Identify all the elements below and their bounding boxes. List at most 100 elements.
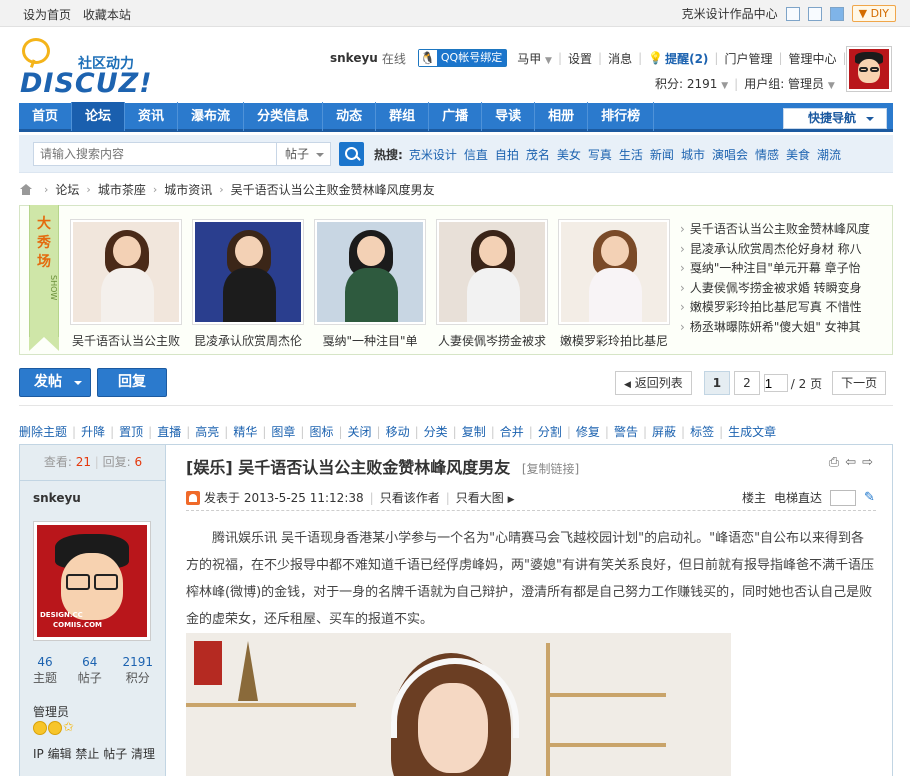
showcase-list-item[interactable]: 吴千语否认当公主败金赞林峰风度 [680, 220, 885, 240]
only-author-link[interactable]: 只看该作者 [380, 489, 440, 506]
hot-keyword-link[interactable]: 写真 [588, 146, 612, 163]
prev-thread-icon[interactable]: ⇦ [845, 455, 856, 470]
new-post-button[interactable]: 发帖 [19, 368, 91, 397]
nav-item[interactable]: 瀑布流 [178, 101, 245, 131]
site-name-link[interactable]: 克米设计作品中心 [682, 5, 778, 22]
hot-keyword-link[interactable]: 美女 [557, 146, 581, 163]
style-icon[interactable] [807, 6, 822, 21]
bookmark-link[interactable]: 收藏本站 [83, 8, 131, 22]
hot-keyword-link[interactable]: 克米设计 [409, 146, 457, 163]
nav-item[interactable]: 首页 [19, 101, 73, 131]
author-avatar[interactable]: DESIGN.CC COMIIS.COM [33, 521, 151, 641]
back-to-list-button[interactable]: ◀ 返回列表 [615, 371, 692, 395]
qq-bind-button[interactable]: 🐧 QQ帐号绑定 [417, 49, 508, 67]
search-type-select[interactable]: 帖子 [277, 142, 331, 166]
search-button[interactable] [339, 142, 364, 166]
hot-keyword-link[interactable]: 信直 [464, 146, 488, 163]
moderation-action[interactable]: 修复 [576, 423, 600, 440]
breadcrumb-item[interactable]: 吴千语否认当公主败金赞林峰风度男友 [231, 181, 435, 198]
moderation-action[interactable]: 删除主题 [19, 423, 67, 440]
post-photo[interactable] [186, 633, 731, 776]
moderation-action[interactable]: 直播 [157, 423, 181, 440]
moderation-action[interactable]: 合并 [500, 423, 524, 440]
moderation-action[interactable]: 高亮 [195, 423, 219, 440]
author-group[interactable]: 管理员 [33, 703, 69, 720]
only-large-image-link[interactable]: 只看大图 ▶ [456, 489, 515, 506]
breadcrumb-item[interactable]: 城市资讯 [164, 181, 212, 198]
moderation-action[interactable]: 分类 [424, 423, 448, 440]
showcase-list-item[interactable]: 昆凌承认欣赏周杰伦好身材 称八 [680, 240, 885, 260]
moderation-action[interactable]: 精华 [233, 423, 257, 440]
author-stat[interactable]: 46 主题 [33, 655, 57, 686]
admin-links[interactable]: IP 编辑 禁止 帖子 清理 [33, 745, 155, 762]
showcase-picture[interactable] [314, 219, 426, 325]
breadcrumb-item[interactable]: 论坛 [55, 181, 79, 198]
hot-keyword-link[interactable]: 新闻 [650, 146, 674, 163]
breadcrumb-item[interactable]: 城市茶座 [98, 181, 146, 198]
color-icon[interactable] [829, 6, 844, 21]
hot-keyword-link[interactable]: 城市 [681, 146, 705, 163]
author-stat[interactable]: 2191 积分 [122, 655, 153, 686]
moderation-action[interactable]: 警告 [614, 423, 638, 440]
author-stat[interactable]: 64 帖子 [78, 655, 102, 686]
user-group-link[interactable]: 用户组: 管理员 ▼ [744, 75, 835, 92]
showcase-caption-link[interactable]: 戛纳"一种注目"单 [309, 332, 431, 349]
moderation-action[interactable]: 图标 [309, 423, 333, 440]
hot-keyword-link[interactable]: 自拍 [495, 146, 519, 163]
showcase-caption-link[interactable]: 嫩模罗彩玲拍比基尼 [553, 332, 675, 349]
nav-item[interactable]: 排行榜 [588, 101, 655, 131]
horse-menu[interactable]: 马甲 ▼ [517, 50, 552, 67]
moderation-action[interactable]: 标签 [690, 423, 714, 440]
showcase-picture[interactable] [558, 219, 670, 325]
page-2-button[interactable]: 2 [734, 371, 760, 395]
showcase-caption-link[interactable]: 吴千语否认当公主败 [65, 332, 187, 349]
quick-nav-button[interactable]: 快捷导航 [783, 108, 887, 129]
site-logo[interactable]: 社区动力 DISCUZ! [20, 36, 152, 99]
nav-item[interactable]: 论坛 [72, 101, 126, 131]
portal-admin-link[interactable]: 门户管理 [724, 50, 772, 67]
moderation-action[interactable]: 置顶 [119, 423, 143, 440]
search-input[interactable] [33, 142, 277, 166]
next-page-button[interactable]: 下一页 [832, 371, 887, 395]
showcase-list-item[interactable]: 嫩模罗彩玲拍比基尼写真 不惜性 [680, 298, 885, 318]
hot-keyword-link[interactable]: 美食 [786, 146, 810, 163]
moderation-action[interactable]: 移动 [386, 423, 410, 440]
page-1-button[interactable]: 1 [703, 371, 731, 395]
hot-keyword-link[interactable]: 潮流 [817, 146, 841, 163]
showcase-list-item[interactable]: 杨丞琳曝陈妍希"傻大姐" 女神其 [680, 318, 885, 338]
showcase-caption-link[interactable]: 昆凌承认欣赏周杰伦 [187, 332, 309, 349]
moderation-action[interactable]: 复制 [462, 423, 486, 440]
moderation-action[interactable]: 升降 [81, 423, 105, 440]
nav-item[interactable]: 动态 [323, 101, 377, 131]
moderation-action[interactable]: 关闭 [348, 423, 372, 440]
home-icon[interactable] [20, 184, 33, 195]
diy-button[interactable]: ▼ DIY [851, 5, 896, 22]
showcase-picture[interactable] [436, 219, 548, 325]
showcase-list-item[interactable]: 人妻侯佩岑捞金被求婚 转瞬变身 [680, 279, 885, 299]
showcase-picture[interactable] [70, 219, 182, 325]
hot-keyword-link[interactable]: 演唱会 [712, 146, 748, 163]
wrench-icon[interactable]: ✎ [864, 491, 876, 504]
print-icon[interactable]: ⎙ [829, 455, 839, 470]
admin-center-link[interactable]: 管理中心 [789, 50, 837, 67]
moderation-action[interactable]: 生成文章 [728, 423, 776, 440]
next-thread-icon[interactable]: ⇨ [862, 455, 873, 470]
hot-keyword-link[interactable]: 生活 [619, 146, 643, 163]
moderation-action[interactable]: 屏蔽 [652, 423, 676, 440]
moderation-action[interactable]: 分割 [538, 423, 562, 440]
reply-button[interactable]: 回复 [97, 368, 167, 397]
hot-keyword-link[interactable]: 情感 [755, 146, 779, 163]
author-name[interactable]: snkeyu [33, 491, 81, 505]
nav-item[interactable]: 导读 [482, 101, 536, 131]
hot-keyword-link[interactable]: 茂名 [526, 146, 550, 163]
showcase-caption-link[interactable]: 人妻侯佩岑捞金被求 [431, 332, 553, 349]
nav-item[interactable]: 相册 [535, 101, 589, 131]
username-link[interactable]: snkeyu [330, 51, 378, 65]
nav-item[interactable]: 广播 [429, 101, 483, 131]
settings-link[interactable]: 设置 [568, 50, 592, 67]
nav-item[interactable]: 分类信息 [244, 101, 324, 131]
copy-link[interactable]: [复制链接] [522, 462, 579, 476]
showcase-list-item[interactable]: 戛纳"一种注目"单元开幕 章子怡 [680, 259, 885, 279]
page-number-input[interactable] [763, 374, 788, 392]
credits-link[interactable]: 积分: 2191 ▼ [655, 75, 728, 92]
